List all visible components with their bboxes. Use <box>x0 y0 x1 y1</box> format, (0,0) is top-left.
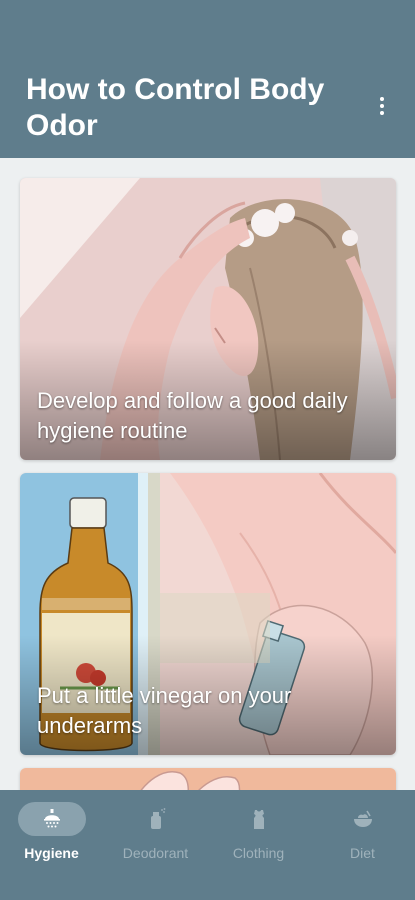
nav-item-hygiene[interactable]: Hygiene <box>0 790 103 900</box>
nav-item-diet[interactable]: Diet <box>311 790 414 900</box>
nav-item-clothing[interactable]: Clothing <box>207 790 310 900</box>
nav-label: Clothing <box>232 845 285 861</box>
page-title: How to Control Body Odor <box>26 73 325 142</box>
nav-label: Diet <box>350 845 375 861</box>
nav-item-deodorant[interactable]: Deodorant <box>104 790 207 900</box>
more-vertical-icon[interactable] <box>366 88 398 124</box>
shower-icon <box>17 802 86 836</box>
spray-bottle-icon <box>122 802 190 836</box>
bottom-navigation: Hygiene Deodorant Clothing Diet <box>0 790 415 900</box>
app-screen: How to Control Body Odor Develop and fol… <box>0 0 415 900</box>
nav-label: Hygiene <box>24 845 79 861</box>
shirt-icon <box>225 802 293 836</box>
nav-label: Deodorant <box>122 845 189 861</box>
food-bowl-icon <box>329 802 397 836</box>
card-caption: Develop and follow a good daily hygiene … <box>37 388 348 443</box>
app-header: How to Control Body Odor <box>0 0 415 158</box>
article-card-hygiene-routine[interactable]: Develop and follow a good daily hygiene … <box>20 178 396 460</box>
article-card-vinegar-underarms[interactable]: Put a little vinegar on your underarms <box>20 473 396 755</box>
card-caption: Put a little vinegar on your underarms <box>37 683 292 738</box>
